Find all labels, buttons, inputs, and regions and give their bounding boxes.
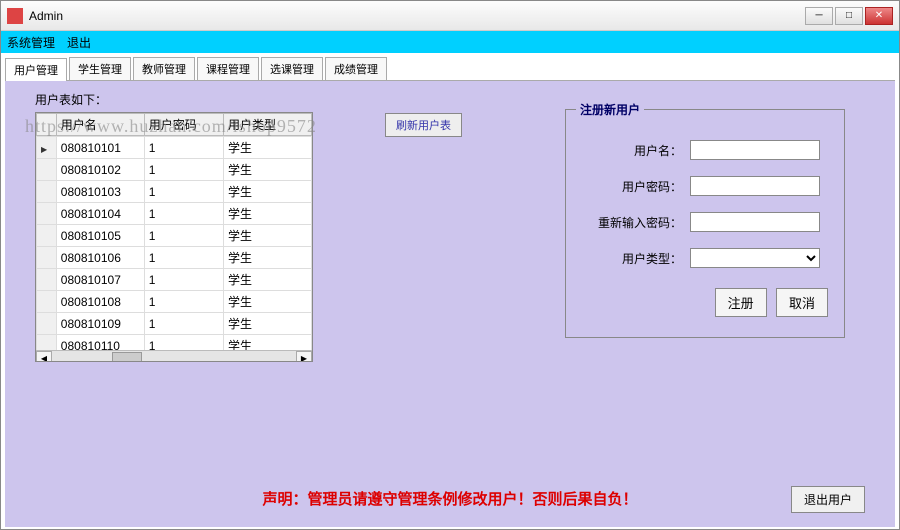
table-row[interactable]: 0808101031学生 (37, 181, 312, 203)
cell-username[interactable]: 080810105 (56, 225, 144, 247)
row-selector[interactable] (37, 181, 57, 203)
app-icon (7, 8, 23, 24)
cell-password[interactable]: 1 (144, 159, 223, 181)
confirm-input[interactable] (690, 212, 820, 232)
cell-username[interactable]: 080810110 (56, 335, 144, 351)
tab-body: https://www.huzhan.com/ishop9572 用户表如下： … (5, 81, 895, 527)
table-row[interactable]: 0808101021学生 (37, 159, 312, 181)
tab-users[interactable]: 用户管理 (5, 58, 67, 81)
horizontal-scrollbar[interactable]: ◀ ▶ (36, 350, 312, 362)
cell-username[interactable]: 080810103 (56, 181, 144, 203)
panel-legend: 注册新用户 (576, 101, 644, 118)
scroll-thumb[interactable] (112, 352, 142, 362)
table-row[interactable]: 0808101081学生 (37, 291, 312, 313)
tab-grades[interactable]: 成绩管理 (325, 57, 387, 80)
cell-type[interactable]: 学生 (223, 247, 311, 269)
menu-system[interactable]: 系统管理 (7, 34, 55, 51)
row-selector[interactable] (37, 203, 57, 225)
menu-exit[interactable]: 退出 (67, 34, 91, 51)
cell-username[interactable]: 080810102 (56, 159, 144, 181)
register-panel: 注册新用户 用户名： 用户密码： 重新输入密码： 用户类型： (565, 109, 845, 338)
username-label: 用户名： (582, 142, 682, 159)
cell-username[interactable]: 080810104 (56, 203, 144, 225)
maximize-button[interactable]: □ (835, 7, 863, 25)
cell-type[interactable]: 学生 (223, 225, 311, 247)
cell-password[interactable]: 1 (144, 247, 223, 269)
cell-username[interactable]: 080810101 (56, 137, 144, 159)
scroll-right-icon[interactable]: ▶ (296, 351, 312, 362)
cell-type[interactable]: 学生 (223, 291, 311, 313)
password-label: 用户密码： (582, 178, 682, 195)
table-row[interactable]: 0808101071学生 (37, 269, 312, 291)
row-selector[interactable] (37, 313, 57, 335)
row-selector[interactable] (37, 225, 57, 247)
scroll-track[interactable] (52, 351, 296, 362)
table-heading: 用户表如下： (35, 91, 345, 108)
table-scroll[interactable]: 0808101011学生0808101021学生0808101031学生0808… (36, 136, 312, 350)
table-row[interactable]: 0808101051学生 (37, 225, 312, 247)
row-selector[interactable] (37, 269, 57, 291)
cell-password[interactable]: 1 (144, 269, 223, 291)
cell-password[interactable]: 1 (144, 291, 223, 313)
row-selector[interactable] (37, 159, 57, 181)
row-selector[interactable] (37, 137, 57, 159)
register-button[interactable]: 注册 (715, 288, 767, 317)
watermark-text: https://www.huzhan.com/ishop9572 (25, 116, 317, 137)
close-button[interactable]: ✕ (865, 7, 893, 25)
table-row[interactable]: 0808101091学生 (37, 313, 312, 335)
table-row[interactable]: 0808101011学生 (37, 137, 312, 159)
app-window: Admin ─ □ ✕ 系统管理 退出 用户管理 学生管理 教师管理 课程管理 … (0, 0, 900, 530)
cell-username[interactable]: 080810107 (56, 269, 144, 291)
refresh-button[interactable]: 刷新用户表 (385, 113, 462, 137)
content-area: 用户管理 学生管理 教师管理 课程管理 选课管理 成绩管理 https://ww… (1, 53, 899, 529)
tab-students[interactable]: 学生管理 (69, 57, 131, 80)
tabs: 用户管理 学生管理 教师管理 课程管理 选课管理 成绩管理 (5, 57, 895, 81)
tab-courses[interactable]: 课程管理 (197, 57, 259, 80)
cell-password[interactable]: 1 (144, 203, 223, 225)
cell-type[interactable]: 学生 (223, 159, 311, 181)
cell-type[interactable]: 学生 (223, 269, 311, 291)
users-table: 用户名 用户密码 用户类型 0808101011学生0808101021学生08… (35, 112, 313, 362)
row-selector[interactable] (37, 335, 57, 351)
cell-password[interactable]: 1 (144, 137, 223, 159)
cell-password[interactable]: 1 (144, 181, 223, 203)
cell-type[interactable]: 学生 (223, 335, 311, 351)
cancel-button[interactable]: 取消 (776, 288, 828, 317)
window-title: Admin (29, 9, 805, 23)
tab-enrollment[interactable]: 选课管理 (261, 57, 323, 80)
minimize-button[interactable]: ─ (805, 7, 833, 25)
type-label: 用户类型： (582, 250, 682, 267)
cell-username[interactable]: 080810108 (56, 291, 144, 313)
exit-user-button[interactable]: 退出用户 (791, 486, 865, 513)
disclaimer-text: 声明：管理员请遵守管理条例修改用户！否则后果自负！ (5, 488, 895, 509)
type-select[interactable] (690, 248, 820, 268)
titlebar[interactable]: Admin ─ □ ✕ (1, 1, 899, 31)
menubar: 系统管理 退出 (1, 31, 899, 53)
cell-password[interactable]: 1 (144, 335, 223, 351)
tab-teachers[interactable]: 教师管理 (133, 57, 195, 80)
cell-username[interactable]: 080810106 (56, 247, 144, 269)
username-input[interactable] (690, 140, 820, 160)
cell-password[interactable]: 1 (144, 313, 223, 335)
cell-password[interactable]: 1 (144, 225, 223, 247)
cell-type[interactable]: 学生 (223, 203, 311, 225)
cell-type[interactable]: 学生 (223, 137, 311, 159)
row-selector[interactable] (37, 291, 57, 313)
table-row[interactable]: 0808101101学生 (37, 335, 312, 351)
cell-username[interactable]: 080810109 (56, 313, 144, 335)
password-input[interactable] (690, 176, 820, 196)
table-row[interactable]: 0808101061学生 (37, 247, 312, 269)
cell-type[interactable]: 学生 (223, 313, 311, 335)
scroll-left-icon[interactable]: ◀ (36, 351, 52, 362)
confirm-label: 重新输入密码： (582, 214, 682, 231)
table-row[interactable]: 0808101041学生 (37, 203, 312, 225)
window-controls: ─ □ ✕ (805, 7, 893, 25)
cell-type[interactable]: 学生 (223, 181, 311, 203)
row-selector[interactable] (37, 247, 57, 269)
